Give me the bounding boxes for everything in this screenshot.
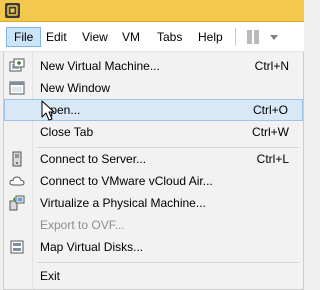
new-window-icon <box>9 81 25 95</box>
menu-item-map-virtual-disks[interactable]: Map Virtual Disks... <box>4 236 303 258</box>
menu-file[interactable]: File <box>6 27 42 47</box>
cloud-icon <box>9 176 25 186</box>
menu-item-label: Map Virtual Disks... <box>40 240 144 254</box>
menu-item-connect-vcloud-air[interactable]: Connect to VMware vCloud Air... <box>4 170 303 192</box>
menu-item-new-window[interactable]: New Window <box>4 77 303 99</box>
menu-item-label: Connect to Server... <box>40 152 147 166</box>
physical-machine-icon <box>9 195 25 211</box>
server-icon <box>12 151 22 167</box>
menu-item-virtualize-physical-machine[interactable]: Virtualize a Physical Machine... <box>4 192 303 214</box>
menu-item-new-virtual-machine[interactable]: New Virtual Machine... Ctrl+N <box>4 55 303 77</box>
menu-item-close-tab[interactable]: Close Tab Ctrl+W <box>4 121 303 143</box>
menu-separator <box>37 262 299 263</box>
menu-bar: File Edit View VM Tabs Help <box>0 22 304 52</box>
menu-tabs[interactable]: Tabs <box>150 27 189 47</box>
menu-help[interactable]: Help <box>191 27 230 47</box>
menu-item-connect-to-server[interactable]: Connect to Server... Ctrl+L <box>4 148 303 170</box>
file-menu-dropdown: New Virtual Machine... Ctrl+N New Window… <box>3 52 304 290</box>
title-bar <box>0 0 304 22</box>
menu-edit[interactable]: Edit <box>39 27 74 47</box>
menu-item-label: New Virtual Machine... <box>40 59 160 73</box>
menu-item-exit[interactable]: Exit <box>4 265 303 287</box>
menu-view[interactable]: View <box>75 27 115 47</box>
menu-item-label: Virtualize a Physical Machine... <box>40 196 206 210</box>
new-vm-icon <box>9 58 25 72</box>
power-dropdown-arrow-icon[interactable] <box>270 35 278 40</box>
menu-vm[interactable]: VM <box>115 27 147 47</box>
menu-item-label: Export to OVF... <box>40 218 125 232</box>
menu-item-label: New Window <box>40 81 111 95</box>
menu-item-export-to-ovf[interactable]: Export to OVF... <box>4 214 303 236</box>
menu-item-shortcut: Ctrl+O <box>252 103 288 117</box>
menu-item-label: Exit <box>40 269 61 283</box>
vmware-app-icon[interactable] <box>4 2 21 19</box>
menu-item-shortcut: Ctrl+N <box>254 59 289 73</box>
menu-item-label: Close Tab <box>40 125 94 139</box>
pause-icon[interactable] <box>245 29 261 45</box>
menu-item-shortcut: Ctrl+L <box>256 152 289 166</box>
menu-item-shortcut: Ctrl+W <box>252 125 289 139</box>
menu-item-label: Connect to VMware vCloud Air... <box>40 174 213 188</box>
toolbar-separator <box>235 28 236 46</box>
map-disk-icon <box>10 240 24 254</box>
mouse-cursor-icon <box>41 100 55 121</box>
